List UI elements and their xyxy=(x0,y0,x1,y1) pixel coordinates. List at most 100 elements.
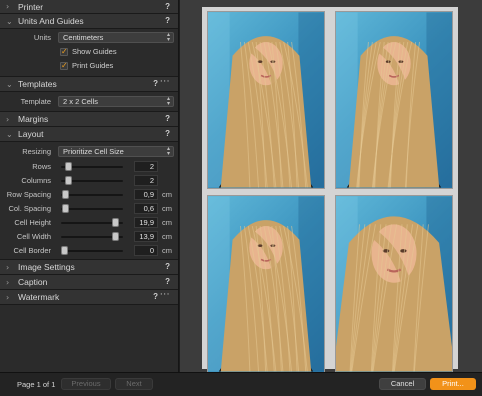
value-field[interactable]: 13,9 xyxy=(134,231,158,242)
checkmark-icon: ✓ xyxy=(60,60,68,70)
value-field[interactable]: 2 xyxy=(134,161,158,172)
show-guides-label: Show Guides xyxy=(72,47,117,56)
section-title: Templates xyxy=(18,79,57,89)
section-layout-body: Resizing Prioritize Cell Size ▴ ▾ Rows 2 Co… xyxy=(0,142,178,260)
slider-label: Columns xyxy=(21,176,51,185)
cell-photo-3[interactable] xyxy=(207,195,325,373)
updown-arrows-icon: ▴ ▾ xyxy=(166,145,170,157)
updown-arrows-icon: ▴ ▾ xyxy=(166,95,170,107)
slider-row: Cell Width 13,9 cm xyxy=(0,230,178,244)
unit-label: cm xyxy=(162,190,172,199)
print-guides-row: ✓ Print Guides xyxy=(0,60,178,74)
cell-photo-2[interactable] xyxy=(335,11,453,189)
help-icon[interactable]: ? xyxy=(165,2,170,11)
chevron-right-icon: › xyxy=(6,277,10,287)
unit-label: cm xyxy=(162,246,172,255)
help-icon[interactable]: ? xyxy=(153,292,158,301)
more-options-icon[interactable]: ··· xyxy=(160,290,170,300)
section-title: Caption xyxy=(18,277,48,287)
section-image-settings-header[interactable]: › Image Settings ? xyxy=(0,260,178,275)
cell-photo-4[interactable] xyxy=(335,195,453,373)
help-icon[interactable]: ? xyxy=(165,16,170,25)
value-field[interactable]: 0,6 xyxy=(134,203,158,214)
slider-thumb[interactable] xyxy=(62,204,69,213)
slider-thumb[interactable] xyxy=(65,176,72,185)
value-field[interactable]: 2 xyxy=(134,175,158,186)
section-templates-header[interactable]: ⌄ Templates ? ··· xyxy=(0,77,178,92)
help-icon[interactable]: ? xyxy=(165,114,170,123)
resizing-value: Prioritize Cell Size xyxy=(63,147,124,156)
slider-track[interactable] xyxy=(61,194,123,196)
help-icon[interactable]: ? xyxy=(165,277,170,286)
next-button[interactable]: Next xyxy=(115,378,153,390)
help-icon[interactable]: ? xyxy=(165,129,170,138)
slider-thumb[interactable] xyxy=(61,246,68,255)
unit-label: cm xyxy=(162,232,172,241)
footer-bar: Page 1 of 1 Previous Next Cancel Print..… xyxy=(0,372,482,396)
layout-sliders: Rows 2 Columns 2 Row Spacing 0,9 cm Col. Spacin… xyxy=(0,160,178,258)
units-row: Units Centimeters ▴ ▾ xyxy=(0,31,178,46)
section-printer-header[interactable]: › Printer ? xyxy=(0,0,178,14)
section-templates-body: Template 2 x 2 Cells ▴ ▾ xyxy=(0,92,178,112)
chevron-down-icon: ⌄ xyxy=(6,79,13,89)
resizing-select[interactable]: Prioritize Cell Size ▴ ▾ xyxy=(58,146,174,157)
units-value: Centimeters xyxy=(63,33,104,42)
show-guides-checkbox[interactable]: ✓ Show Guides xyxy=(60,47,117,56)
section-watermark-header[interactable]: › Watermark ? ··· xyxy=(0,290,178,305)
previous-button[interactable]: Previous xyxy=(61,378,111,390)
section-title: Image Settings xyxy=(18,262,75,272)
chevron-right-icon: › xyxy=(6,2,10,11)
help-icon[interactable]: ? xyxy=(165,262,170,271)
slider-label: Rows xyxy=(32,162,51,171)
value-field[interactable]: 0 xyxy=(134,245,158,256)
section-units-header[interactable]: ⌄ Units And Guides ? xyxy=(0,14,178,29)
more-options-icon[interactable]: ··· xyxy=(160,77,170,87)
slider-row: Col. Spacing 0,6 cm xyxy=(0,202,178,216)
slider-label: Col. Spacing xyxy=(8,204,51,213)
page-indicator: Page 1 of 1 xyxy=(17,380,56,389)
slider-row: Cell Height 19,9 cm xyxy=(0,216,178,230)
slider-row: Row Spacing 0,9 cm xyxy=(0,188,178,202)
cancel-button[interactable]: Cancel xyxy=(379,378,426,390)
chevron-right-icon: › xyxy=(6,262,10,272)
section-title: Printer xyxy=(18,1,44,12)
unit-label: cm xyxy=(162,218,172,227)
value-field[interactable]: 19,9 xyxy=(134,217,158,228)
slider-thumb[interactable] xyxy=(112,232,119,241)
slider-label: Row Spacing xyxy=(6,190,51,199)
print-button[interactable]: Print... xyxy=(430,378,476,390)
cell-photo-1[interactable] xyxy=(207,11,325,189)
print-preview-area xyxy=(180,0,482,373)
slider-track[interactable] xyxy=(61,250,123,252)
template-select[interactable]: 2 x 2 Cells ▴ ▾ xyxy=(58,96,174,107)
slider-label: Cell Border xyxy=(13,246,51,255)
template-row: Template 2 x 2 Cells ▴ ▾ xyxy=(0,95,178,109)
chevron-down-icon: ⌄ xyxy=(6,129,13,139)
section-caption-header[interactable]: › Caption ? xyxy=(0,275,178,290)
help-icon[interactable]: ? xyxy=(153,79,158,88)
slider-row: Columns 2 xyxy=(0,174,178,188)
checkmark-icon: ✓ xyxy=(60,46,68,56)
chevron-down-icon: ⌄ xyxy=(6,16,13,26)
slider-row: Rows 2 xyxy=(0,160,178,174)
print-page xyxy=(202,7,458,373)
slider-thumb[interactable] xyxy=(65,162,72,171)
show-guides-row: ✓ Show Guides xyxy=(0,46,178,60)
slider-label: Cell Height xyxy=(14,218,51,227)
slider-thumb[interactable] xyxy=(112,218,119,227)
chevron-right-icon: › xyxy=(6,114,10,124)
section-title: Layout xyxy=(18,129,44,139)
value-field[interactable]: 0,9 xyxy=(134,189,158,200)
section-title: Units And Guides xyxy=(18,16,84,26)
units-select[interactable]: Centimeters ▴ ▾ xyxy=(58,32,174,43)
slider-label: Cell Width xyxy=(16,232,51,241)
print-settings-panel: › Printer ? ⌄ Units And Guides ? Units C… xyxy=(0,0,179,372)
print-guides-checkbox[interactable]: ✓ Print Guides xyxy=(60,61,113,70)
template-value: 2 x 2 Cells xyxy=(63,97,99,106)
slider-track[interactable] xyxy=(61,208,123,210)
section-units-body: Units Centimeters ▴ ▾ ✓ Show Guides ✓ Pri… xyxy=(0,29,178,77)
section-layout-header[interactable]: ⌄ Layout ? xyxy=(0,127,178,142)
section-margins-header[interactable]: › Margins ? xyxy=(0,112,178,127)
units-label: Units xyxy=(33,33,51,42)
slider-thumb[interactable] xyxy=(62,190,69,199)
